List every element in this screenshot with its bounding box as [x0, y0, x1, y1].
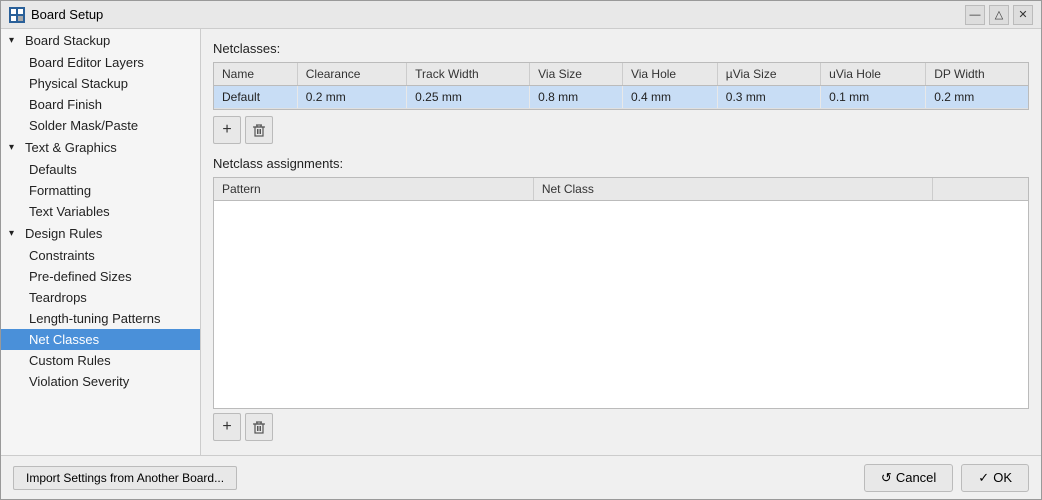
- window-title: Board Setup: [31, 7, 103, 22]
- sidebar-item-label: Teardrops: [29, 290, 87, 305]
- sidebar-group-text-graphics[interactable]: ▾ Text & Graphics: [1, 136, 200, 159]
- col-via-hole: Via Hole: [622, 63, 717, 86]
- maximize-button[interactable]: △: [989, 5, 1009, 25]
- netclasses-delete-button[interactable]: [245, 116, 273, 144]
- app-icon: [9, 7, 25, 23]
- sidebar-item-label: Board Editor Layers: [29, 55, 144, 70]
- netclasses-add-button[interactable]: +: [213, 116, 241, 144]
- sidebar-item-formatting[interactable]: Formatting: [1, 180, 200, 201]
- col-name: Name: [214, 63, 297, 86]
- col-extra: [933, 178, 1028, 201]
- assignments-delete-button[interactable]: [245, 413, 273, 441]
- cell-via-size: 0.8 mm: [530, 86, 623, 109]
- title-bar-left: Board Setup: [9, 7, 103, 23]
- cell-clearance: 0.2 mm: [297, 86, 406, 109]
- cell-track-width: 0.25 mm: [407, 86, 530, 109]
- sidebar-item-physical-stackup[interactable]: Physical Stackup: [1, 73, 200, 94]
- bottom-bar: Import Settings from Another Board... ↺ …: [1, 455, 1041, 499]
- trash-icon: [252, 420, 266, 434]
- cancel-button[interactable]: ↺ Cancel: [864, 464, 953, 492]
- col-dp-width: DP Width: [926, 63, 1028, 86]
- cell-uvia-hole: 0.1 mm: [821, 86, 926, 109]
- sidebar-item-label: Constraints: [29, 248, 95, 263]
- netclasses-toolbar: +: [213, 110, 1029, 148]
- sidebar-group-label: Text & Graphics: [25, 140, 117, 155]
- sidebar-group-design-rules[interactable]: ▾ Design Rules: [1, 222, 200, 245]
- ok-label: OK: [993, 470, 1012, 485]
- col-uvia-size: µVia Size: [717, 63, 820, 86]
- assignments-add-button[interactable]: +: [213, 413, 241, 441]
- sidebar-item-label: Violation Severity: [29, 374, 129, 389]
- sidebar-item-defaults[interactable]: Defaults: [1, 159, 200, 180]
- col-clearance: Clearance: [297, 63, 406, 86]
- netclasses-table-container: Name Clearance Track Width Via Size Via …: [213, 62, 1029, 110]
- netclass-assignments-label: Netclass assignments:: [213, 156, 1029, 171]
- chevron-down-icon: ▾: [9, 35, 21, 46]
- cell-via-hole: 0.4 mm: [622, 86, 717, 109]
- sidebar-item-label: Pre-defined Sizes: [29, 269, 132, 284]
- sidebar-item-label: Solder Mask/Paste: [29, 118, 138, 133]
- assignments-toolbar: +: [213, 409, 1029, 443]
- sidebar-item-net-classes[interactable]: Net Classes: [1, 329, 200, 350]
- netclasses-tbody: Default 0.2 mm 0.25 mm 0.8 mm 0.4 mm 0.3…: [214, 86, 1028, 109]
- cell-dp-width: 0.2 mm: [926, 86, 1028, 109]
- assignments-thead: Pattern Net Class: [214, 178, 1028, 201]
- close-button[interactable]: ✕: [1013, 5, 1033, 25]
- col-net-class: Net Class: [533, 178, 932, 201]
- sidebar-item-board-editor-layers[interactable]: Board Editor Layers: [1, 52, 200, 73]
- cancel-label: Cancel: [896, 470, 936, 485]
- netclasses-label: Netclasses:: [213, 41, 1029, 56]
- netclasses-thead: Name Clearance Track Width Via Size Via …: [214, 63, 1028, 86]
- sidebar-item-violation-severity[interactable]: Violation Severity: [1, 371, 200, 392]
- sidebar-item-length-tuning-patterns[interactable]: Length-tuning Patterns: [1, 308, 200, 329]
- minimize-button[interactable]: —: [965, 5, 985, 25]
- sidebar-group-label: Design Rules: [25, 226, 102, 241]
- ok-button[interactable]: ✓ OK: [961, 464, 1029, 492]
- sidebar-group-label: Board Stackup: [25, 33, 110, 48]
- sidebar-item-label: Physical Stackup: [29, 76, 128, 91]
- trash-icon: [252, 123, 266, 137]
- right-panel: Netclasses: Name Clearance Track Width V…: [201, 29, 1041, 455]
- cell-uvia-size: 0.3 mm: [717, 86, 820, 109]
- netclasses-header-row: Name Clearance Track Width Via Size Via …: [214, 63, 1028, 86]
- sidebar-item-constraints[interactable]: Constraints: [1, 245, 200, 266]
- col-via-size: Via Size: [530, 63, 623, 86]
- main-content: ▾ Board Stackup Board Editor Layers Phys…: [1, 29, 1041, 455]
- chevron-down-icon: ▾: [9, 228, 21, 239]
- cancel-icon: ↺: [881, 470, 892, 486]
- sidebar-item-label: Custom Rules: [29, 353, 111, 368]
- sidebar-item-label: Net Classes: [29, 332, 99, 347]
- board-setup-window: Board Setup — △ ✕ ▾ Board Stackup Board …: [0, 0, 1042, 500]
- sidebar-item-label: Defaults: [29, 162, 77, 177]
- sidebar-item-solder-mask-paste[interactable]: Solder Mask/Paste: [1, 115, 200, 136]
- assignments-table-container: Pattern Net Class: [213, 177, 1029, 409]
- assignments-table: Pattern Net Class: [214, 178, 1028, 201]
- col-uvia-hole: uVia Hole: [821, 63, 926, 86]
- sidebar-item-text-variables[interactable]: Text Variables: [1, 201, 200, 222]
- sidebar-group-board-stackup[interactable]: ▾ Board Stackup: [1, 29, 200, 52]
- sidebar-item-label: Board Finish: [29, 97, 102, 112]
- dialog-buttons: ↺ Cancel ✓ OK: [864, 464, 1029, 492]
- title-bar-controls: — △ ✕: [965, 5, 1033, 25]
- import-settings-button[interactable]: Import Settings from Another Board...: [13, 466, 237, 490]
- col-pattern: Pattern: [214, 178, 533, 201]
- netclasses-table: Name Clearance Track Width Via Size Via …: [214, 63, 1028, 109]
- sidebar-item-custom-rules[interactable]: Custom Rules: [1, 350, 200, 371]
- netclass-assignments-section: Netclass assignments: Pattern Net Class: [213, 156, 1029, 443]
- cell-name: Default: [214, 86, 297, 109]
- sidebar-item-label: Length-tuning Patterns: [29, 311, 161, 326]
- chevron-down-icon: ▾: [9, 142, 21, 153]
- col-track-width: Track Width: [407, 63, 530, 86]
- sidebar: ▾ Board Stackup Board Editor Layers Phys…: [1, 29, 201, 455]
- title-bar: Board Setup — △ ✕: [1, 1, 1041, 29]
- ok-icon: ✓: [978, 470, 989, 486]
- table-row[interactable]: Default 0.2 mm 0.25 mm 0.8 mm 0.4 mm 0.3…: [214, 86, 1028, 109]
- sidebar-item-label: Text Variables: [29, 204, 110, 219]
- assignments-header-row: Pattern Net Class: [214, 178, 1028, 201]
- sidebar-item-pre-defined-sizes[interactable]: Pre-defined Sizes: [1, 266, 200, 287]
- sidebar-item-label: Formatting: [29, 183, 91, 198]
- sidebar-item-teardrops[interactable]: Teardrops: [1, 287, 200, 308]
- sidebar-item-board-finish[interactable]: Board Finish: [1, 94, 200, 115]
